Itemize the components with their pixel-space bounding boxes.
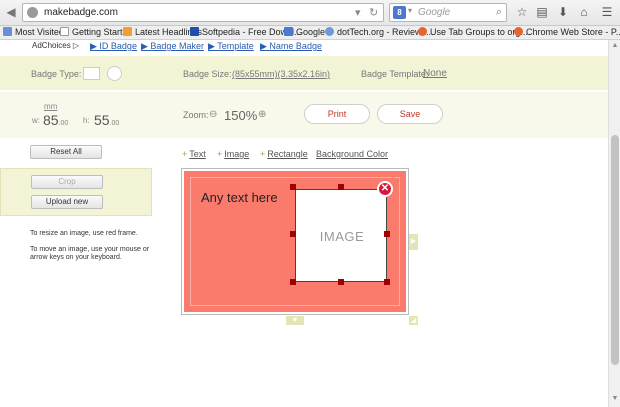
bookmark-getting-started[interactable]: Getting Started <box>60 27 133 37</box>
page-icon <box>60 27 69 36</box>
badge-size-value[interactable]: (85x55mm)(3.35x2.16in) <box>232 69 330 79</box>
ad-link-template[interactable]: ▶ Template <box>208 41 254 52</box>
dropdown-arrow-icon[interactable]: ▾ <box>355 6 361 19</box>
badge-type-circle[interactable] <box>107 66 122 81</box>
resize-handle-bottom[interactable] <box>338 279 344 285</box>
bookmark-chrome-store[interactable]: Chrome Web Store - P... <box>514 27 620 37</box>
badge-text-element[interactable]: Any text here <box>201 190 278 205</box>
ad-link-name-badge[interactable]: ▶ Name Badge <box>260 41 322 52</box>
home-icon[interactable]: ⌂ <box>577 5 591 19</box>
dottech-icon <box>325 27 334 36</box>
add-text-tool[interactable]: + Text <box>182 149 206 159</box>
page-scrollbar[interactable]: ▲ ▼ <box>608 40 620 407</box>
resize-handle-bottom-left[interactable] <box>290 279 296 285</box>
height-value[interactable]: 55.00 <box>94 112 119 128</box>
engine-dropdown-icon[interactable]: ▾ <box>408 6 412 15</box>
image-panel: Crop Upload new <box>0 168 152 216</box>
settings-band: Badge Type: Badge Size: (85x55mm)(3.35x2… <box>0 56 608 90</box>
image-placeholder-label: IMAGE <box>319 229 365 244</box>
softpedia-icon <box>190 27 199 36</box>
google-icon <box>284 27 293 36</box>
zoom-out-icon[interactable]: ⊖ <box>209 109 217 120</box>
background-color-tool[interactable]: Background Color <box>316 149 388 159</box>
plus-icon: + <box>182 149 188 159</box>
bookmark-most-visited[interactable]: Most Visited <box>3 27 64 37</box>
bookmark-star-icon[interactable]: ☆ <box>515 5 529 19</box>
badge-type-rectangle[interactable] <box>83 67 100 80</box>
crop-button[interactable]: Crop <box>31 175 103 189</box>
url-text: makebadge.com <box>44 7 118 18</box>
resize-handle-top[interactable] <box>338 184 344 190</box>
plus-icon: + <box>217 149 223 159</box>
adchoices-label[interactable]: AdChoices ▷ <box>32 41 79 50</box>
search-placeholder: Google <box>418 7 451 18</box>
scroll-thumb[interactable] <box>611 135 619 365</box>
ad-link-id-badge[interactable]: ▶ ID Badge <box>90 41 137 52</box>
search-bar[interactable]: 8 ▾ Google ⌕ <box>389 3 507 22</box>
resize-help-text: To resize an image, use red frame. <box>30 230 138 237</box>
width-value[interactable]: 85.00 <box>43 112 68 128</box>
plus-icon: + <box>260 149 266 159</box>
globe-icon <box>27 7 38 18</box>
save-button[interactable]: Save <box>377 104 443 124</box>
badge-template-value[interactable]: None <box>423 68 447 79</box>
search-icon[interactable]: ⌕ <box>496 6 502 19</box>
reset-all-button[interactable]: Reset All <box>30 145 102 159</box>
firefox-icon <box>514 27 523 36</box>
width-label: w: <box>32 116 40 125</box>
bookmarks-bar: Most Visited Getting Started Latest Head… <box>0 26 620 40</box>
rss-icon <box>123 27 132 36</box>
print-button[interactable]: Print <box>304 104 370 124</box>
browser-toolbar: makebadge.com ▾ ↻ ◀ 8 ▾ Google ⌕ ☆ ▤ ⬇ ⌂… <box>0 0 620 26</box>
badge-type-label: Badge Type: <box>31 69 82 79</box>
dimension-band: mm w: 85.00 h: 55.00 Zoom: ⊖ 150% ⊕ Prin… <box>0 92 608 138</box>
resize-handle-left[interactable] <box>290 231 296 237</box>
resize-handle-right[interactable] <box>384 231 390 237</box>
url-bar[interactable]: makebadge.com ▾ ↻ <box>22 3 384 22</box>
ad-row: AdChoices ▷ ▶ ID Badge ▶ Badge Maker ▶ T… <box>0 40 608 54</box>
resize-handle-bottom-right[interactable] <box>384 279 390 285</box>
reload-icon[interactable]: ↻ <box>369 6 378 19</box>
move-help-text: To move an image, use your mouse or arro… <box>30 246 150 261</box>
delete-element-icon[interactable]: ✕ <box>377 181 393 197</box>
badge-image-element[interactable]: IMAGE <box>295 189 387 282</box>
scroll-down-icon[interactable]: ▼ <box>611 395 619 402</box>
ad-link-badge-maker[interactable]: ▶ Badge Maker <box>141 41 204 52</box>
zoom-label: Zoom: <box>183 110 209 120</box>
upload-new-button[interactable]: Upload new <box>31 195 103 209</box>
page-content: AdChoices ▷ ▶ ID Badge ▶ Badge Maker ▶ T… <box>0 40 608 407</box>
badge-size-label: Badge Size: <box>183 69 232 79</box>
scroll-up-icon[interactable]: ▲ <box>611 42 619 49</box>
star-icon <box>3 27 12 36</box>
zoom-in-icon[interactable]: ⊕ <box>258 109 266 120</box>
height-label: h: <box>83 116 90 125</box>
expand-right-icon[interactable]: ▶ <box>409 234 418 250</box>
bookmarks-list-icon[interactable]: ▤ <box>535 5 549 19</box>
zoom-value: 150% <box>224 108 258 123</box>
firefox-icon <box>418 27 427 36</box>
bookmark-google[interactable]: Google <box>284 27 325 37</box>
bookmark-tab-groups[interactable]: Use Tab Groups to org... <box>418 27 528 37</box>
resize-handle-top-left[interactable] <box>290 184 296 190</box>
expand-down-icon[interactable]: ▼ <box>286 316 304 325</box>
download-icon[interactable]: ⬇ <box>556 5 570 19</box>
add-image-tool[interactable]: + Image <box>217 149 249 159</box>
menu-icon[interactable]: ☰ <box>600 5 614 19</box>
badge-background[interactable]: Any text here IMAGE ✕ <box>184 171 406 312</box>
resize-corner-icon[interactable]: ◢ <box>409 316 418 325</box>
badge-canvas[interactable]: Any text here IMAGE ✕ <box>181 168 409 315</box>
back-icon[interactable]: ◀ <box>3 4 19 20</box>
google-engine-icon[interactable]: 8 <box>393 6 406 19</box>
add-rectangle-tool[interactable]: + Rectangle <box>260 149 308 159</box>
badge-template-label: Badge Template: <box>361 69 429 79</box>
unit-toggle[interactable]: mm <box>44 102 57 111</box>
